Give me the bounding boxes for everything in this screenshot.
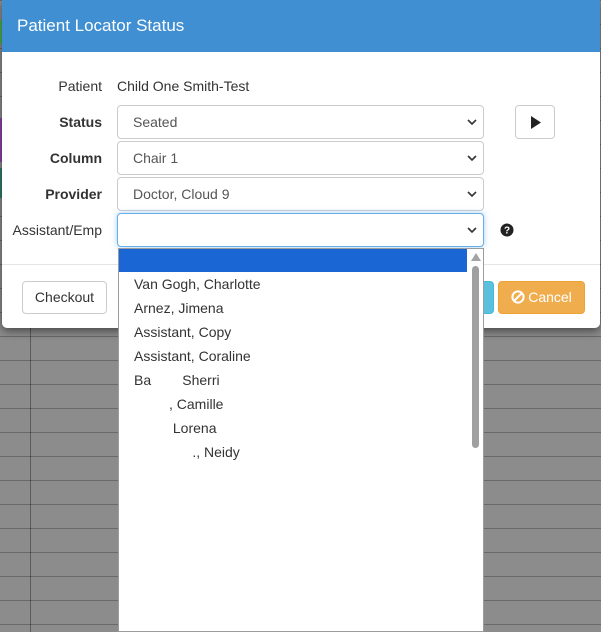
scrollbar-thumb[interactable] [472, 266, 479, 448]
dropdown-option[interactable]: Ba Sherri [119, 368, 467, 392]
svg-text:?: ? [504, 226, 510, 237]
chevron-down-icon [467, 191, 477, 198]
cancel-button-label: Cancel [528, 289, 572, 305]
patient-label: Patient [58, 78, 102, 94]
question-circle-icon[interactable]: ? [500, 223, 514, 237]
dropdown-option[interactable]: ., Neidy [119, 440, 467, 464]
column-select-value: Chair 1 [133, 150, 179, 166]
modal-title: Patient Locator Status [17, 16, 185, 35]
dropdown-option[interactable]: Assistant, Copy [119, 320, 467, 344]
cancel-button[interactable]: Cancel [498, 281, 585, 314]
chevron-down-icon [467, 227, 477, 234]
column-select[interactable]: Chair 1 [117, 141, 484, 175]
dropdown-option[interactable]: , Camille [119, 392, 467, 416]
status-select-value: Seated [133, 114, 178, 130]
dropdown-option[interactable]: Arnez, Jimena [119, 296, 467, 320]
checkout-button[interactable]: Checkout [22, 281, 107, 314]
chevron-down-icon [467, 119, 477, 126]
assistant-dropdown-list: Van Gogh, Charlotte Arnez, Jimena Assist… [118, 248, 484, 632]
dropdown-option[interactable] [119, 249, 467, 272]
dropdown-option[interactable]: Lorena [119, 416, 467, 440]
scroll-up-arrow-icon[interactable] [471, 253, 481, 261]
chevron-down-icon [467, 155, 477, 162]
dropdown-option[interactable]: Van Gogh, Charlotte [119, 272, 467, 296]
column-row: Column Chair 1 [2, 141, 600, 175]
provider-select-value: Doctor, Cloud 9 [133, 186, 230, 202]
ban-icon [511, 290, 525, 304]
dropdown-scrollbar[interactable] [468, 249, 483, 631]
status-select[interactable]: Seated [117, 105, 484, 139]
assistant-row: Assistant/Emp ? [2, 213, 600, 247]
modal-header: Patient Locator Status [2, 0, 600, 52]
provider-select[interactable]: Doctor, Cloud 9 [117, 177, 484, 211]
assistant-label: Assistant/Emp [12, 222, 102, 238]
column-label: Column [49, 150, 102, 166]
play-icon [531, 116, 541, 129]
patient-row: Patient Child One Smith-Test [2, 69, 600, 103]
modal-body: Patient Child One Smith-Test Status Seat… [2, 52, 600, 265]
provider-row: Provider Doctor, Cloud 9 [2, 177, 600, 211]
play-button[interactable] [515, 105, 555, 139]
dropdown-option[interactable]: Assistant, Coraline [119, 344, 467, 368]
provider-label: Provider [45, 186, 102, 202]
patient-value: Child One Smith-Test [117, 78, 250, 94]
status-label: Status [59, 114, 102, 130]
assistant-select[interactable] [117, 213, 484, 247]
checkout-button-label: Checkout [34, 289, 95, 305]
status-row: Status Seated [2, 105, 600, 139]
